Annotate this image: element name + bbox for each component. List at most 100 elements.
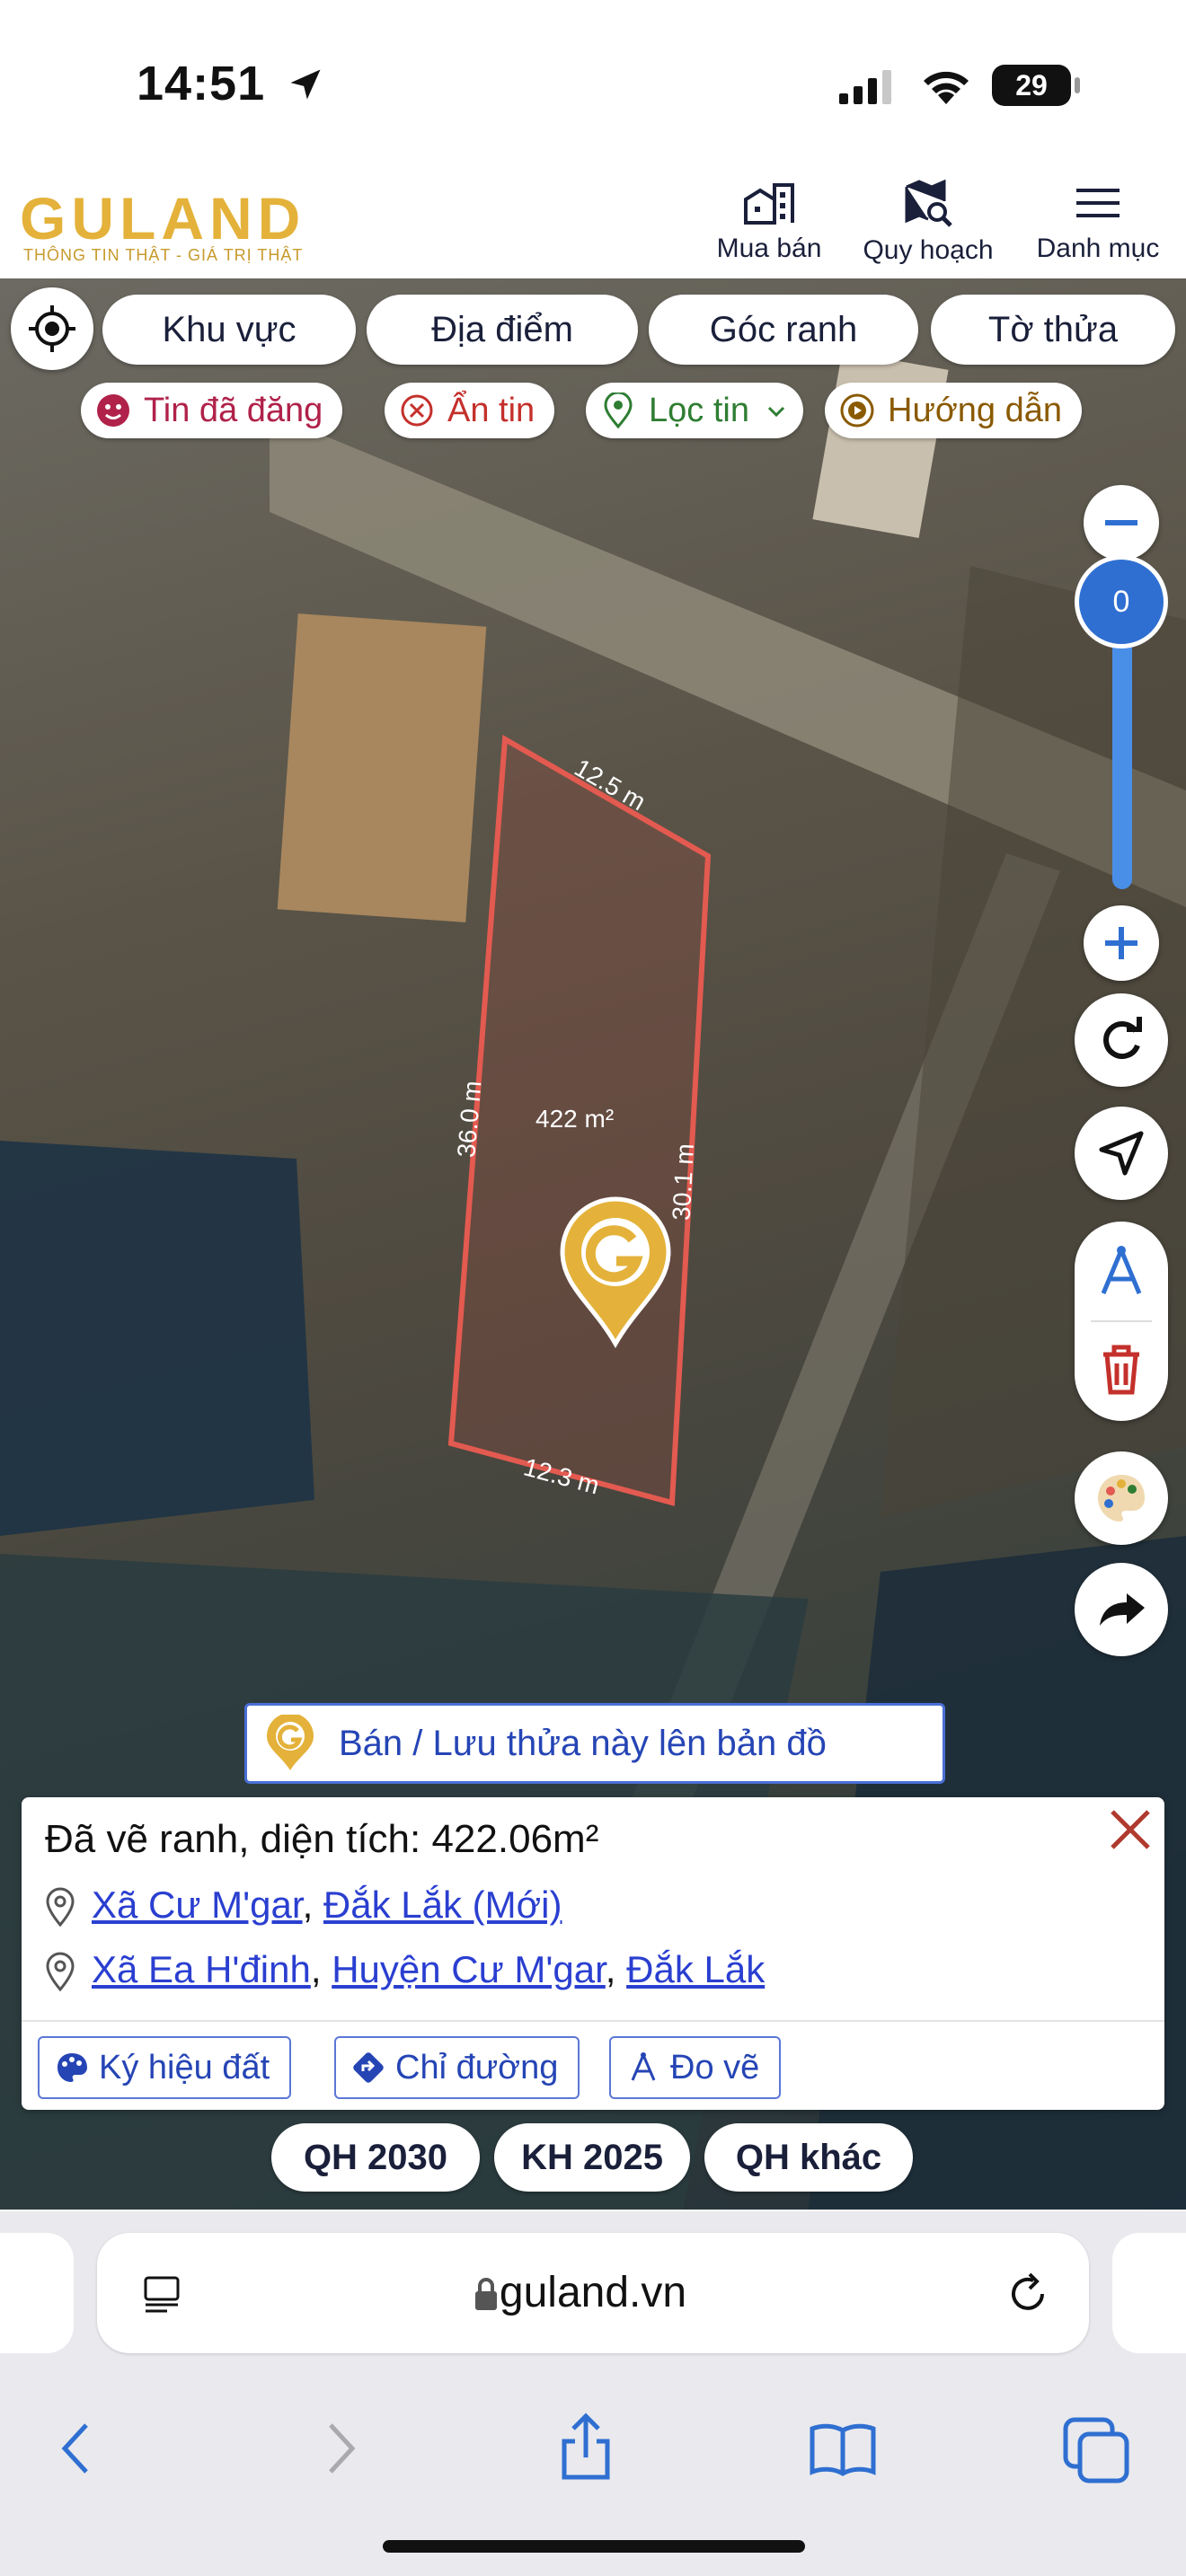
battery-indicator: 29 [992, 65, 1071, 106]
sell-parcel-button[interactable]: Bán / Lưu thửa này lên bản đồ [244, 1703, 945, 1784]
measure-tool-group [1075, 1222, 1168, 1421]
logo-tagline: THÔNG TIN THẬT - GIÁ TRỊ THẬT [23, 246, 304, 264]
link-xa-cu-mgar[interactable]: Xã Cư M'gar [92, 1883, 303, 1926]
action-label: Chỉ đường [395, 2049, 559, 2086]
clock: 14:51 [137, 57, 266, 110]
wifi-icon [924, 71, 969, 104]
zoom-in-button[interactable] [1084, 905, 1159, 981]
location-pin-icon [46, 1887, 75, 1927]
separator: , [310, 1948, 332, 1990]
directions-button[interactable]: Chỉ đường [334, 2036, 580, 2099]
signal-icon [839, 70, 891, 104]
menu-icon [1076, 189, 1120, 217]
next-tab-card[interactable] [1112, 2233, 1186, 2353]
action-label: Ký hiệu đất [99, 2049, 270, 2086]
nav-quy-hoach[interactable]: Quy hoạch [852, 180, 1005, 269]
minus-icon [1105, 520, 1137, 525]
nav-label: Mua bán [716, 234, 822, 263]
filter-loc-tin[interactable]: Lọc tin [586, 383, 803, 438]
trash-icon[interactable] [1098, 1342, 1145, 1396]
location-old: Xã Ea H'đinh, Huyện Cư M'gar, Đắk Lắk [92, 1948, 765, 1991]
battery-tip [1075, 77, 1080, 93]
map-pin-icon [604, 393, 633, 428]
map-search-icon [905, 180, 952, 227]
parcel-area-label: 422 m² [535, 1105, 615, 1133]
palette-button[interactable] [1075, 1451, 1168, 1545]
tab-khu-vuc[interactable]: Khu vực [102, 295, 356, 365]
link-huyen-cu-mgar[interactable]: Huyện Cư M'gar [332, 1948, 606, 1990]
plus-icon [1105, 927, 1137, 959]
refresh-icon [1103, 1017, 1142, 1059]
plan-kh-2025[interactable]: KH 2025 [494, 2123, 690, 2192]
zoom-out-button[interactable] [1084, 485, 1159, 560]
compass-draw-icon[interactable] [1093, 1243, 1150, 1301]
browser-toolbar: guland.vn [0, 2211, 1186, 2576]
bookmarks-icon[interactable] [807, 2422, 879, 2479]
back-icon[interactable] [58, 2420, 97, 2477]
palette-icon [1098, 1475, 1145, 1522]
separator: , [605, 1948, 627, 1990]
forward-icon[interactable] [320, 2420, 359, 2477]
action-label: Đo vẽ [670, 2049, 760, 2086]
app-header: GULAND THÔNG TIN THẬT - GIÁ TRỊ THẬT Mua… [0, 171, 1186, 279]
nav-danh-muc[interactable]: Danh mục [1028, 180, 1168, 269]
nav-label: Danh mục [1036, 234, 1160, 263]
location-arrow-icon [290, 69, 321, 100]
nav-label: Quy hoạch [863, 235, 994, 265]
tab-goc-ranh[interactable]: Góc ranh [649, 295, 918, 365]
filter-label: Lọc tin [649, 392, 749, 429]
location-pin-icon [46, 1952, 75, 1991]
zoom-handle[interactable]: 0 [1075, 555, 1168, 648]
divider [1091, 1320, 1152, 1322]
directions-icon [353, 2052, 384, 2083]
plan-qh-2030[interactable]: QH 2030 [271, 2123, 480, 2192]
navigate-button[interactable] [1075, 1107, 1168, 1200]
tab-to-thua[interactable]: Tờ thửa [931, 295, 1175, 365]
tab-dia-diem[interactable]: Địa điểm [367, 295, 638, 365]
url-text: guland.vn [499, 2269, 687, 2316]
filter-tin-da-dang[interactable]: Tin đã đăng [81, 383, 343, 438]
plan-qh-khac[interactable]: QH khác [704, 2123, 913, 2192]
share-button[interactable] [1075, 1563, 1168, 1656]
share-icon[interactable] [557, 2411, 615, 2483]
guland-marker-icon[interactable] [557, 1196, 674, 1349]
status-bar: 14:51 29 [0, 0, 1186, 171]
close-icon[interactable] [1105, 1804, 1155, 1855]
panel-divider [22, 2020, 1164, 2022]
nav-mua-ban[interactable]: Mua bán [706, 180, 832, 269]
filter-label: Tin đã đăng [144, 392, 323, 429]
sell-button-label: Bán / Lưu thửa này lên bản đồ [339, 1724, 827, 1763]
compass-draw-icon [631, 2052, 656, 2081]
parcel-info-panel: Đã vẽ ranh, diện tích: 422.06m² Xã Cư M'… [22, 1797, 1164, 2110]
measure-button[interactable]: Đo vẽ [609, 2036, 782, 2099]
locate-button[interactable] [11, 287, 93, 370]
location-new: Xã Cư M'gar, Đắk Lắk (Mới) [92, 1883, 562, 1927]
navigation-arrow-icon [1099, 1131, 1144, 1176]
lock-icon [475, 2278, 497, 2310]
home-indicator [383, 2540, 805, 2553]
chevron-down-icon [767, 406, 785, 418]
filter-label: Ẩn tin [447, 392, 535, 429]
crosshair-icon [29, 305, 75, 352]
link-xa-ea-hdinh[interactable]: Xã Ea H'đinh [92, 1948, 311, 1990]
guland-logo[interactable]: GULAND [20, 189, 305, 248]
filter-label: Hướng dẫn [888, 392, 1063, 429]
palette-smile-icon [97, 394, 129, 427]
palette-icon [58, 2053, 87, 2082]
land-symbol-button[interactable]: Ký hiệu đất [38, 2036, 292, 2099]
link-dak-lak-moi[interactable]: Đắk Lắk (Mới) [323, 1883, 562, 1926]
filter-huong-dan[interactable]: Hướng dẫn [825, 383, 1083, 438]
prev-tab-card[interactable] [0, 2233, 74, 2353]
link-dak-lak[interactable]: Đắk Lắk [626, 1948, 765, 1990]
share-arrow-icon [1100, 1593, 1145, 1626]
close-circle-icon [401, 394, 433, 427]
play-circle-icon [840, 393, 874, 428]
separator: , [302, 1883, 323, 1926]
parcel-area-title: Đã vẽ ranh, diện tích: 422.06m² [45, 1817, 599, 1861]
address-bar[interactable]: guland.vn [97, 2233, 1089, 2353]
reload-icon[interactable] [1005, 2271, 1051, 2317]
guland-marker-icon [267, 1715, 314, 1770]
tabs-icon[interactable] [1062, 2416, 1130, 2484]
filter-an-tin[interactable]: Ẩn tin [385, 383, 555, 438]
refresh-button[interactable] [1075, 993, 1168, 1087]
